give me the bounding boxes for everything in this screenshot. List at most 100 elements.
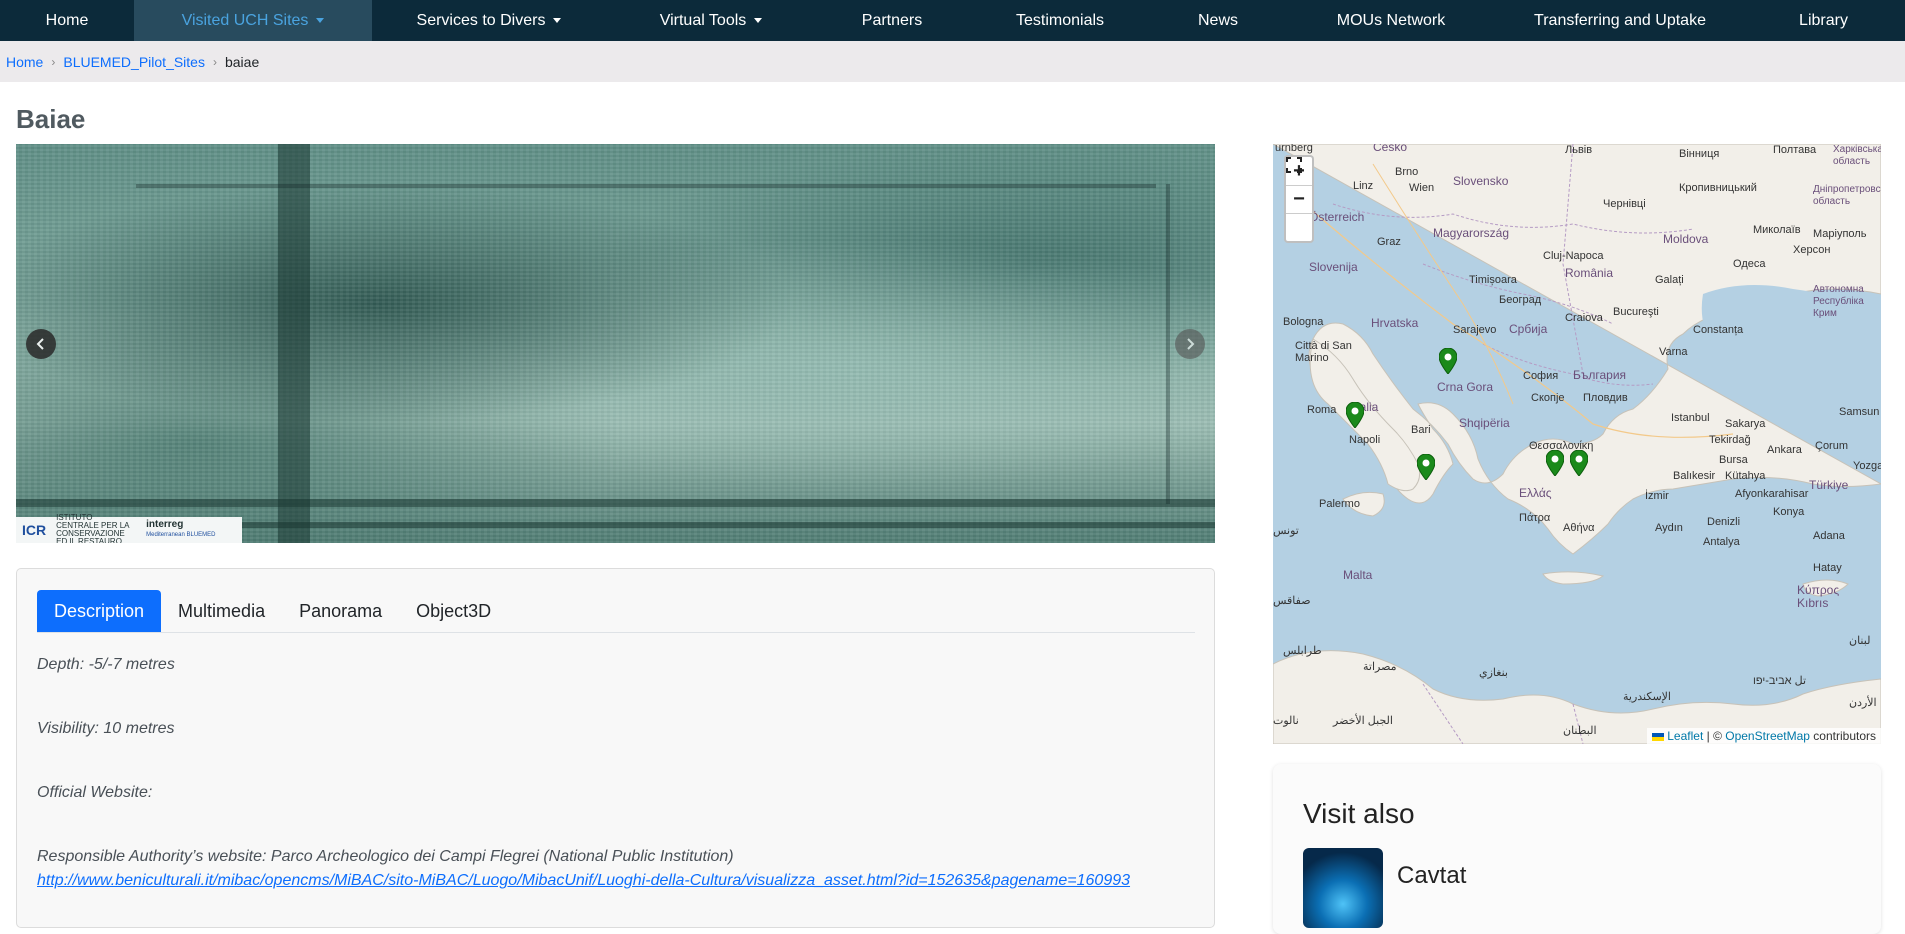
tab-description[interactable]: Description: [37, 590, 162, 632]
map-marker-icon[interactable]: [1546, 450, 1564, 476]
visibility-text: Visibility: 10 metres: [37, 720, 175, 737]
tab-object3d[interactable]: Object3D: [399, 590, 508, 632]
map-label: Чернівці: [1603, 198, 1646, 210]
map-label: صفاقس: [1273, 595, 1311, 607]
map-label: София: [1523, 370, 1559, 382]
map-label: Kütahya: [1725, 470, 1766, 482]
map-label: Вінниця: [1679, 148, 1720, 160]
map-zoom-controls: + −: [1284, 155, 1314, 243]
visit-also-item[interactable]: Cavtat: [1303, 848, 1466, 928]
breadcrumb-parent-link[interactable]: BLUEMED_Pilot_Sites: [63, 54, 205, 70]
map-label: România: [1565, 266, 1614, 280]
visit-also-title: Visit also: [1303, 798, 1415, 829]
map-label: Кропивницький: [1679, 182, 1757, 194]
map-label: Србија: [1509, 322, 1548, 336]
map-label: Маріуполь: [1813, 228, 1867, 240]
map-label: Brno: [1395, 166, 1419, 178]
map-label: Kύπρος Kıbrıs: [1797, 583, 1840, 610]
map-label: Shqipëria: [1459, 416, 1510, 430]
map-label: تونس: [1273, 525, 1299, 537]
caret-down-icon: [754, 18, 763, 23]
map-label: Bologna: [1283, 316, 1324, 328]
map-marker-icon[interactable]: [1439, 348, 1457, 374]
map-label: Bari: [1411, 424, 1431, 436]
mosaic-band: [278, 144, 310, 543]
visit-also-thumbnail[interactable]: [1303, 848, 1383, 928]
carousel-logos: ICR ISTITUTO CENTRALE PER LA CONSERVAZIO…: [16, 514, 242, 543]
map-label: Linz: [1353, 180, 1374, 192]
map-label: Slovensko: [1453, 174, 1509, 188]
map-label: Česko: [1373, 144, 1408, 154]
visit-also-item-name[interactable]: Cavtat: [1397, 862, 1466, 890]
breadcrumb-home-link[interactable]: Home: [6, 54, 43, 70]
fullscreen-button[interactable]: [1286, 157, 1312, 241]
carousel-image-texture: [16, 144, 1215, 543]
mosaic-band: [136, 184, 1156, 188]
map-label: Çorum: [1815, 440, 1849, 452]
osm-link[interactable]: OpenStreetMap: [1725, 729, 1810, 743]
nav-virtual-tools[interactable]: Virtual Tools: [606, 0, 816, 41]
map-label: Città di San Marino: [1295, 340, 1352, 364]
icr-logo: ICR: [22, 522, 47, 538]
map-label: Malta: [1343, 568, 1373, 582]
authority-link[interactable]: http://www.beniculturali.it/mibac/opencm…: [37, 872, 1130, 889]
map-label: مصراتة: [1363, 661, 1397, 673]
map-label: Αθήνα: [1563, 522, 1595, 534]
leaflet-link[interactable]: Leaflet: [1667, 729, 1703, 743]
nav-mous-network[interactable]: MOUs Network: [1284, 0, 1498, 41]
carousel-prev-button[interactable]: [26, 329, 56, 359]
map-label: Slovenija: [1309, 260, 1358, 274]
map-label: Полтава: [1773, 144, 1817, 156]
nav-news[interactable]: News: [1152, 0, 1284, 41]
nav-home[interactable]: Home: [0, 0, 134, 41]
tab-multimedia[interactable]: Multimedia: [161, 590, 282, 632]
map-label: Автономна Республіка Крим: [1813, 284, 1864, 319]
breadcrumb: Home › BLUEMED_Pilot_Sites › baiae: [0, 41, 1905, 82]
map-label: لبنان: [1849, 635, 1871, 647]
map-label: Cluj-Napoca: [1543, 250, 1604, 262]
tab-panorama[interactable]: Panorama: [282, 590, 399, 632]
nav-partners[interactable]: Partners: [816, 0, 968, 41]
map-label: Миколаїв: [1753, 224, 1801, 236]
map-label: Hrvatska: [1371, 316, 1419, 330]
nav-library[interactable]: Library: [1742, 0, 1905, 41]
chevron-right-icon: [1187, 338, 1195, 350]
nav-services-to-divers[interactable]: Services to Divers: [372, 0, 606, 41]
caret-down-icon: [316, 18, 325, 23]
nav-testimonials[interactable]: Testimonials: [968, 0, 1152, 41]
nav-transferring-and-uptake[interactable]: Transferring and Uptake: [1498, 0, 1742, 41]
map-label: Sakarya: [1725, 418, 1766, 430]
map-marker-icon[interactable]: [1570, 450, 1588, 476]
map-label: Galați: [1655, 274, 1684, 286]
map-label: نالوت: [1273, 715, 1299, 727]
map-label: البطنان: [1563, 725, 1597, 737]
map-label: الأردن: [1849, 697, 1877, 709]
authority-text: Responsible Authority’s website: Parco A…: [37, 848, 734, 865]
carousel-next-button[interactable]: [1175, 329, 1205, 359]
map-label: Wien: [1409, 182, 1435, 194]
map-label: България: [1573, 368, 1627, 382]
map-label: Istanbul: [1671, 412, 1710, 424]
fullscreen-icon: [1286, 157, 1302, 173]
mosaic-band: [16, 499, 1215, 507]
map-marker-icon[interactable]: [1346, 402, 1364, 428]
map-label: Tekirdağ: [1709, 434, 1751, 446]
map-label: Sarajevo: [1453, 324, 1497, 336]
map-marker-icon[interactable]: [1417, 454, 1435, 480]
zoom-out-button[interactable]: −: [1286, 185, 1312, 213]
map-label: Hatay: [1813, 562, 1842, 574]
map-label: Varna: [1659, 346, 1688, 358]
map-label: بنغازي: [1479, 667, 1508, 679]
map-label: Ελλάς: [1519, 486, 1552, 500]
sites-map[interactable]: urnberg Česko Brno Linz Wien Slovensko Ö…: [1273, 144, 1881, 744]
map-label: Magyarország: [1433, 226, 1510, 240]
map-label: Херсон: [1793, 244, 1831, 256]
map-label: Београд: [1499, 294, 1542, 306]
map-label: الجبل الأخضر: [1333, 715, 1393, 727]
nav-visited-uch-sites[interactable]: Visited UCH Sites: [134, 0, 372, 41]
map-label: Харківська область: [1833, 144, 1881, 167]
map-label: Graz: [1377, 236, 1401, 248]
map-label: Afyonkarahisar: [1735, 488, 1809, 500]
map-label: Одеса: [1733, 258, 1766, 270]
map-label: İzmir: [1645, 490, 1669, 502]
